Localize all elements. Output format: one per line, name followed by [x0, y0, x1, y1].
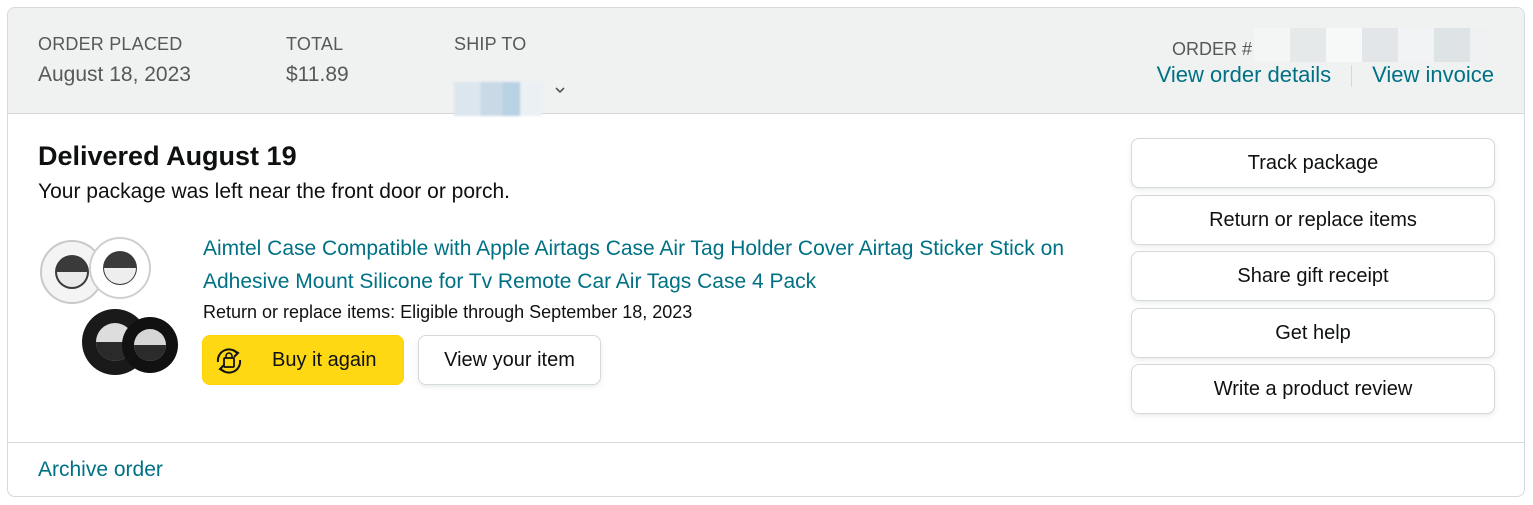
track-package-button[interactable]: Track package — [1131, 138, 1495, 188]
return-eligibility: Return or replace items: Eligible throug… — [203, 302, 693, 322]
order-placed-label: ORDER PLACED — [38, 34, 183, 54]
view-order-details-link[interactable]: View order details — [1157, 62, 1331, 87]
chevron-down-icon[interactable] — [554, 84, 566, 96]
order-number-redacted — [1254, 28, 1494, 62]
order-links: View order details View invoice — [1157, 62, 1494, 88]
order-placed-value: August 18, 2023 — [38, 63, 191, 86]
order-card: ORDER PLACED August 18, 2023 TOTAL $11.8… — [7, 7, 1525, 497]
share-gift-receipt-button[interactable]: Share gift receipt — [1131, 251, 1495, 301]
archive-order-link[interactable]: Archive order — [38, 458, 163, 482]
order-placed-group: ORDER PLACED August 18, 2023 — [38, 34, 191, 87]
reorder-cycle-icon — [216, 348, 242, 374]
order-actions: Track package Return or replace items Sh… — [1131, 138, 1495, 421]
view-invoice-link[interactable]: View invoice — [1372, 62, 1494, 87]
order-footer: Archive order — [8, 442, 1524, 496]
return-or-replace-button[interactable]: Return or replace items — [1131, 194, 1495, 245]
ship-to-group[interactable]: SHIP TO — [454, 34, 565, 116]
order-header: ORDER PLACED August 18, 2023 TOTAL $11.8… — [8, 8, 1524, 116]
delivery-status-title: Delivered August 19 — [38, 141, 297, 171]
order-number-label: ORDER # — [1171, 39, 1252, 60]
order-total-group: TOTAL $11.89 — [286, 34, 349, 87]
ship-to-recipient-redacted[interactable] — [454, 82, 542, 116]
write-product-review-button[interactable]: Write a product review — [1131, 364, 1495, 414]
view-your-item-button[interactable]: View your item — [418, 335, 601, 385]
product-image[interactable] — [38, 230, 183, 385]
buy-it-again-button[interactable]: Buy it again — [202, 335, 404, 385]
get-help-button[interactable]: Get help — [1131, 307, 1495, 358]
product-title-link[interactable]: Aimtel Case Compatible with Apple Airtag… — [203, 232, 1103, 298]
buy-it-again-label: Buy it again — [272, 349, 377, 371]
order-total-label: TOTAL — [286, 34, 344, 54]
order-total-value: $11.89 — [286, 63, 349, 86]
link-divider — [1351, 65, 1353, 88]
delivery-status-detail: Your package was left near the front doo… — [38, 180, 511, 203]
ship-to-label: SHIP TO — [454, 34, 527, 54]
